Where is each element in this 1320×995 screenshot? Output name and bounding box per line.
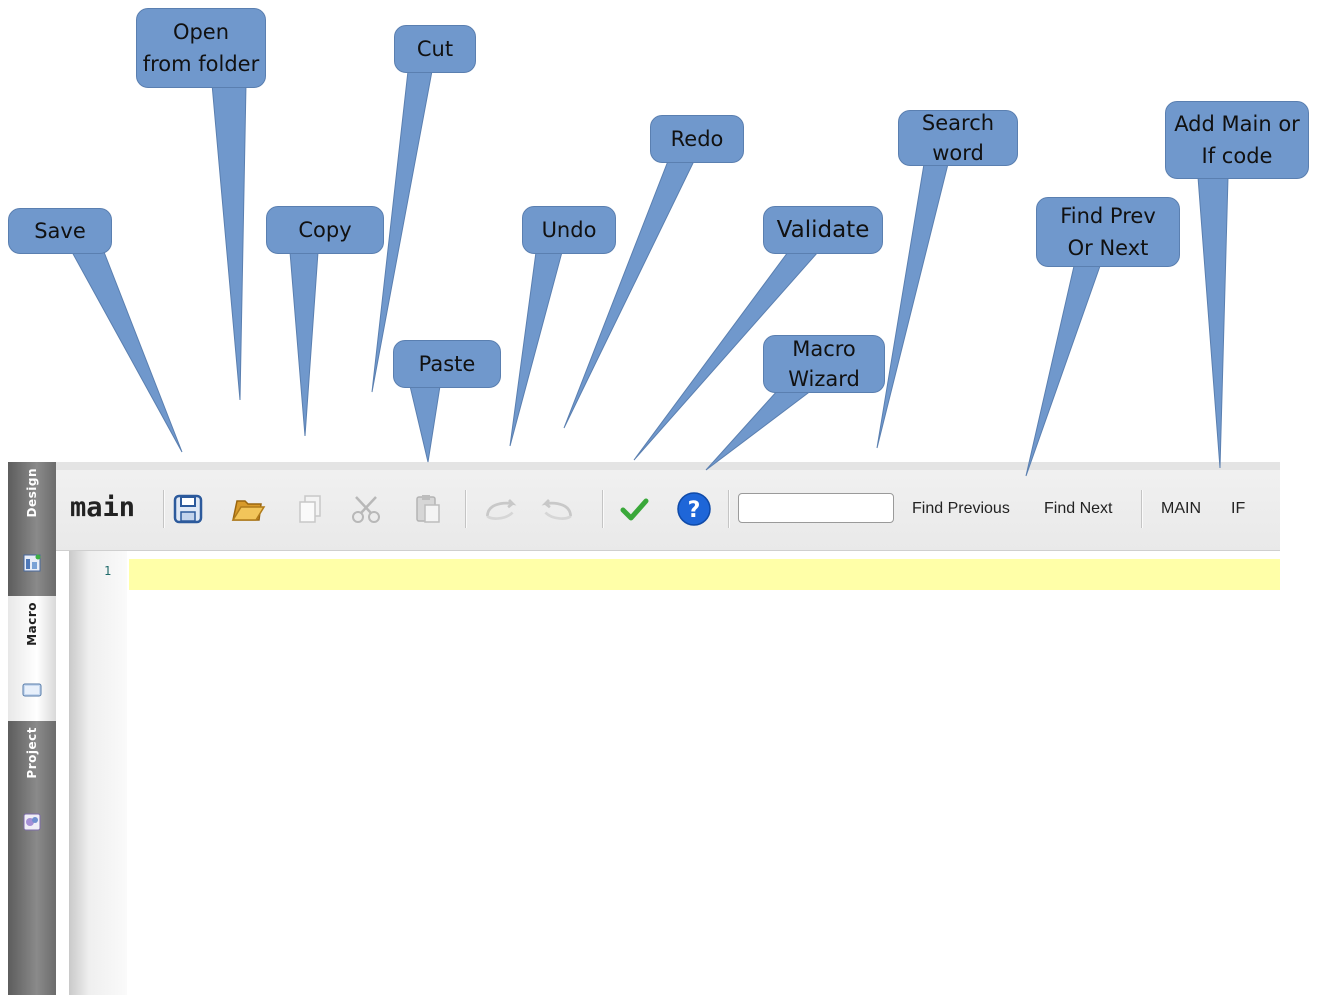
paste-icon — [416, 495, 440, 523]
project-icon — [23, 813, 41, 831]
paste-callout-pointer — [409, 385, 441, 463]
open-folder-icon — [231, 500, 266, 521]
redo-icon — [541, 499, 572, 520]
toolbar-top-strip — [56, 462, 1280, 470]
macro-wizard-question-icon: ? — [677, 492, 711, 526]
toolbar-separator — [163, 490, 165, 528]
search-word-input[interactable] — [738, 493, 894, 523]
wizard-callout-pointer — [705, 389, 814, 471]
current-line-highlight[interactable] — [129, 559, 1280, 590]
toolbar-separator — [728, 490, 730, 528]
code-editor[interactable]: 1 — [56, 551, 1280, 995]
undo-icon — [486, 499, 517, 520]
callout-open-from-folder: Open from folder — [136, 8, 266, 88]
tab-macro[interactable]: Macro — [8, 596, 56, 721]
macro-editor-window: Design Macro Project main ? Find Previou… — [8, 462, 1280, 995]
find-previous-button[interactable]: Find Previous — [912, 500, 1010, 518]
if-code-button[interactable]: IF — [1231, 500, 1245, 518]
find-callout-pointer — [1025, 265, 1101, 477]
toolbar-separator — [465, 490, 467, 528]
search-callout-pointer — [876, 163, 949, 449]
macro-icon — [22, 683, 42, 697]
save-callout-pointer — [71, 251, 183, 453]
validate-button[interactable] — [616, 491, 652, 527]
redo-callout-pointer — [563, 160, 695, 429]
save-button[interactable] — [170, 491, 206, 527]
toolbar-separator — [602, 490, 604, 528]
cut-button[interactable] — [348, 491, 384, 527]
tab-design-label: Design — [25, 468, 39, 518]
tab-design[interactable]: Design — [8, 462, 56, 596]
save-icon — [173, 494, 203, 524]
find-next-button[interactable]: Find Next — [1044, 500, 1112, 518]
validate-check-icon — [620, 498, 649, 521]
side-tab-bar: Design Macro Project — [8, 462, 56, 995]
file-name-label: main — [70, 492, 136, 523]
addcode-callout-pointer — [1197, 176, 1229, 469]
toolbar-separator — [1141, 490, 1143, 528]
callout-save: Save — [8, 208, 112, 254]
callout-copy: Copy — [266, 206, 384, 254]
line-number: 1 — [104, 564, 112, 578]
paste-button[interactable] — [410, 491, 446, 527]
redo-button[interactable] — [540, 491, 576, 527]
callout-undo: Undo — [522, 206, 616, 254]
undo-callout-pointer — [509, 251, 563, 447]
callout-add-main-or-if-code: Add Main or If code — [1165, 101, 1309, 179]
callout-cut: Cut — [394, 25, 476, 73]
copy-callout-pointer — [289, 251, 319, 437]
copy-button[interactable] — [292, 491, 328, 527]
tab-macro-label: Macro — [25, 602, 39, 646]
callout-redo: Redo — [650, 115, 744, 163]
svg-text:?: ? — [688, 498, 701, 523]
callout-search-word: Search word — [898, 110, 1018, 166]
undo-button[interactable] — [482, 491, 518, 527]
copy-icon — [299, 495, 321, 523]
cut-icon — [352, 496, 380, 523]
gutter-edge — [56, 551, 70, 995]
macro-toolbar: main ? Find Previous Find Next MAIN IF — [56, 462, 1280, 551]
open-callout-pointer — [211, 83, 247, 401]
main-code-button[interactable]: MAIN — [1161, 500, 1201, 518]
open-from-folder-button[interactable] — [230, 491, 266, 527]
macro-wizard-button[interactable]: ? — [676, 491, 712, 527]
line-number-gutter — [69, 551, 127, 995]
callout-validate: Validate — [763, 206, 883, 254]
callout-macro-wizard: Macro Wizard — [763, 335, 885, 393]
design-icon — [23, 554, 41, 572]
tab-project[interactable]: Project — [8, 721, 56, 841]
callout-paste: Paste — [393, 340, 501, 388]
callout-find-prev-or-next: Find Prev Or Next — [1036, 197, 1180, 267]
tab-project-label: Project — [25, 727, 39, 779]
